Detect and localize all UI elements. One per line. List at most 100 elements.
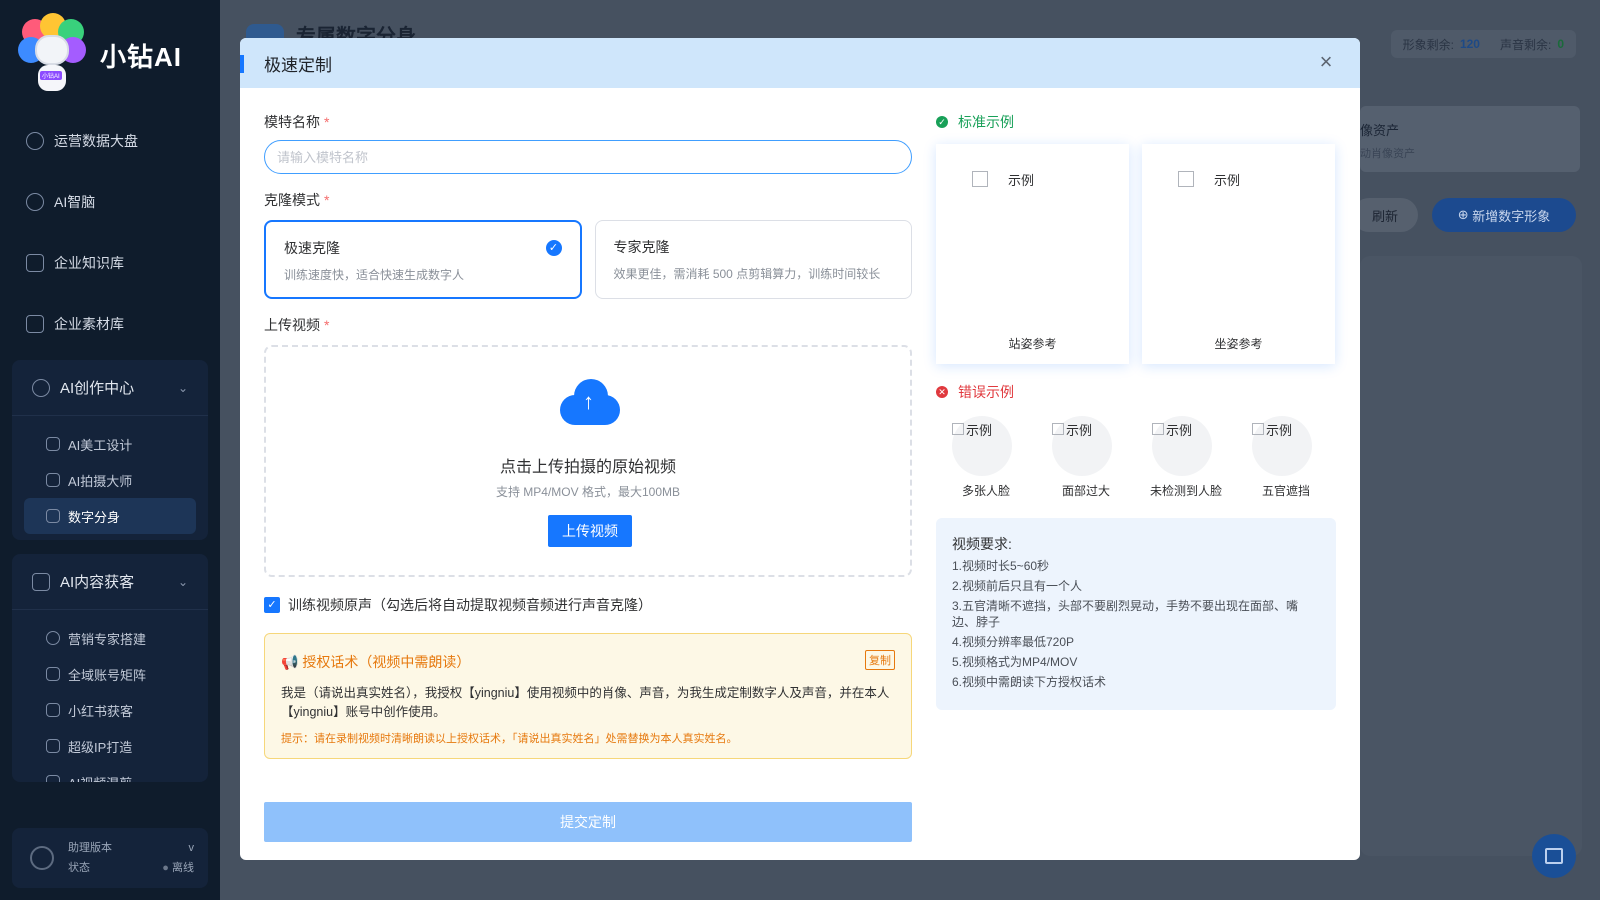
custom-modal: 极速定制 × 模特名称* 克隆模式* 极速克隆 训练速度快，适合快速生成数字人 … <box>240 38 1360 860</box>
sidebar-item-digital-clone[interactable]: 数字分身 <box>24 498 196 534</box>
example-caption: 坐姿参考 <box>1214 337 1263 351</box>
upload-video-button[interactable]: 上传视频 <box>548 515 632 547</box>
brain-icon <box>26 192 44 211</box>
requirement-item: 6.视频中需朗读下方授权话术 <box>952 675 1107 689</box>
refresh-label: 刷新 <box>1371 208 1398 224</box>
example-image: 示例 <box>1152 420 1192 439</box>
modal-title: 极速定制 <box>264 55 332 75</box>
group-head-ai-creation[interactable]: AI创作中心 ⌄ <box>12 360 208 416</box>
cloud-upload-icon: ↑ <box>560 379 620 425</box>
id-card-icon <box>46 509 60 523</box>
requirement-item: 1.视频时长5~60秒 <box>952 559 1050 573</box>
standard-examples: 示例 站姿参考 示例 坐姿参考 <box>936 144 1336 364</box>
group-ai-creation: AI创作中心 ⌄ AI美工设计 AI拍摄大师 数字分身 <box>12 360 208 540</box>
sidebar-item-ai-brain[interactable]: AI智脑 <box>12 171 208 232</box>
auth-title: 📢 授权话术（视频中需朗读） <box>281 654 471 670</box>
error-examples: 示例 多张人脸 示例 面部过大 示例 未检测到人脸 示例 五官遮挡 <box>936 416 1336 498</box>
bulb-icon <box>32 378 50 397</box>
sidebar-item-knowledge[interactable]: 企业知识库 <box>12 232 208 293</box>
example-image: 示例 <box>1052 420 1092 439</box>
example-caption: 多张人脸 <box>961 484 1010 498</box>
trend-icon <box>32 572 50 591</box>
train-voice-checkbox[interactable]: ✓ <box>264 597 280 613</box>
example-caption: 面部过大 <box>1061 484 1110 498</box>
status-icon <box>30 846 54 870</box>
dashboard-icon <box>26 131 44 150</box>
voice-quota-label: 声音剩余: <box>1499 37 1552 52</box>
main-nav: 运营数据大盘 AI智脑 企业知识库 企业素材库 AI创作中心 ⌄ AI美工设计 <box>0 110 220 782</box>
example-image: 示例 <box>952 420 992 439</box>
image-quota-label: 形象剩余: <box>1402 37 1454 52</box>
sidebar-item-ai-design[interactable]: AI美工设计 <box>24 426 196 462</box>
mode-fast-clone[interactable]: 极速克隆 训练速度快，适合快速生成数字人 ✓ <box>264 220 582 299</box>
voice-quota-value: 0 <box>1557 37 1564 51</box>
requirements-title: 视频要求: <box>952 536 1012 552</box>
sidebar-item-matrix[interactable]: 全域账号矩阵 <box>24 656 196 692</box>
requirement-item: 2.视频前后只且有一个人 <box>952 579 1083 593</box>
sidebar-item-dashboard[interactable]: 运营数据大盘 <box>12 110 208 171</box>
sidebar-item-label: 小红书获客 <box>68 703 134 719</box>
requirement-item: 3.五官清晰不遮挡，头部不要剧烈晃动，手势不要出现在面部、嘴边、脖子 <box>952 599 1299 629</box>
plus-icon: ⊕ <box>1457 207 1473 222</box>
user-icon <box>46 631 60 645</box>
x-circle-icon: ✕ <box>936 386 948 398</box>
new-avatar-label: 新增数字形象 <box>1472 208 1551 224</box>
sidebar-item-assets[interactable]: 企业素材库 <box>12 293 208 354</box>
form-left: 模特名称* 克隆模式* 极速克隆 训练速度快，适合快速生成数字人 ✓ 专家克隆 … <box>264 112 912 759</box>
clone-mode-options: 极速克隆 训练速度快，适合快速生成数字人 ✓ 专家克隆 效果更佳，需消耗 500… <box>264 220 912 299</box>
new-avatar-button[interactable]: ⊕ 新增数字形象 <box>1432 198 1576 232</box>
error-example: 示例 五官遮挡 <box>1236 416 1336 498</box>
version-value: v <box>188 842 195 854</box>
examples-panel: ✓ 标准示例 示例 站姿参考 示例 坐姿参考 ✕ 错误示例 示例 多张人脸 示例… <box>936 112 1336 710</box>
group-title: AI内容获客 <box>60 574 135 591</box>
state-value: 离线 <box>172 862 194 874</box>
error-example: 示例 未检测到人脸 <box>1136 416 1236 498</box>
error-examples-title: ✕ 错误示例 <box>936 382 1336 402</box>
mode-title: 极速克隆 <box>284 240 340 256</box>
assets-card-title: 像资产 <box>1360 123 1400 138</box>
example-image: 示例 <box>1252 420 1292 439</box>
video-upload-area[interactable]: ↑ 点击上传拍摄的原始视频 支持 MP4/MOV 格式，最大100MB 上传视频 <box>264 345 912 577</box>
example-image: 示例 <box>1178 170 1240 189</box>
group-head-ai-acquisition[interactable]: AI内容获客 ⌄ <box>12 554 208 610</box>
error-example: 示例 多张人脸 <box>936 416 1036 498</box>
book-icon <box>1545 848 1563 864</box>
assistant-status[interactable]: 助理版本 状态 v ● 离线 <box>12 828 208 888</box>
refresh-button[interactable]: 刷新 <box>1352 198 1418 232</box>
group-ai-acquisition: AI内容获客 ⌄ 营销专家搭建 全域账号矩阵 小红书获客 超级IP打造 <box>12 554 208 782</box>
error-example: 示例 面部过大 <box>1036 416 1136 498</box>
book-icon <box>46 703 60 717</box>
sidebar-item-ai-photo[interactable]: AI拍摄大师 <box>24 462 196 498</box>
copy-button[interactable]: 复制 <box>865 650 895 670</box>
brand[interactable]: 小钻AI 小钻AI <box>0 0 220 110</box>
model-name-input[interactable] <box>264 140 912 174</box>
sidebar-item-label: AI视频混剪 <box>68 773 132 783</box>
sidebar-item-label: 数字分身 <box>68 509 121 525</box>
image-icon <box>26 314 44 333</box>
modal-header: 极速定制 × <box>240 38 1360 88</box>
mode-expert-clone[interactable]: 专家克隆 效果更佳，需消耗 500 点剪辑算力，训练时间较长 <box>594 220 912 299</box>
help-button[interactable] <box>1532 834 1576 878</box>
submit-button[interactable]: 提交定制 <box>264 802 912 842</box>
sidebar-item-label: 营销专家搭建 <box>68 631 147 647</box>
sidebar-item-marketing[interactable]: 营销专家搭建 <box>24 620 196 656</box>
close-icon[interactable]: × <box>1314 51 1338 75</box>
badge-icon <box>46 739 60 753</box>
sidebar-item-super-ip[interactable]: 超级IP打造 <box>24 728 196 764</box>
video-requirements: 视频要求: 1.视频时长5~60秒 2.视频前后只且有一个人 3.五官清晰不遮挡… <box>936 518 1336 710</box>
requirement-item: 4.视频分辨率最低720P <box>952 635 1075 649</box>
background-panel <box>1360 256 1582 856</box>
mode-title: 专家克隆 <box>613 239 670 255</box>
sidebar-item-label: 运营数据大盘 <box>54 132 138 149</box>
video-icon <box>46 775 60 782</box>
example-caption: 未检测到人脸 <box>1149 484 1222 498</box>
mode-desc: 训练速度快，适合快速生成数字人 <box>284 268 465 282</box>
sidebar-item-video-mix[interactable]: AI视频混剪 <box>24 764 196 782</box>
upload-title: 点击上传拍摄的原始视频 <box>499 459 676 476</box>
train-voice-option[interactable]: ✓ 训练视频原声（勾选后将自动提取视频音频进行声音克隆） <box>264 595 912 615</box>
mode-desc: 效果更佳，需消耗 500 点剪辑算力，训练时间较长 <box>613 267 881 281</box>
sidebar-item-xiaohongshu[interactable]: 小红书获客 <box>24 692 196 728</box>
file-icon <box>46 667 60 681</box>
authorization-script: 📢 授权话术（视频中需朗读） 复制 我是（请说出真实姓名），我授权【yingni… <box>264 633 912 759</box>
example-standing: 示例 站姿参考 <box>936 144 1129 364</box>
